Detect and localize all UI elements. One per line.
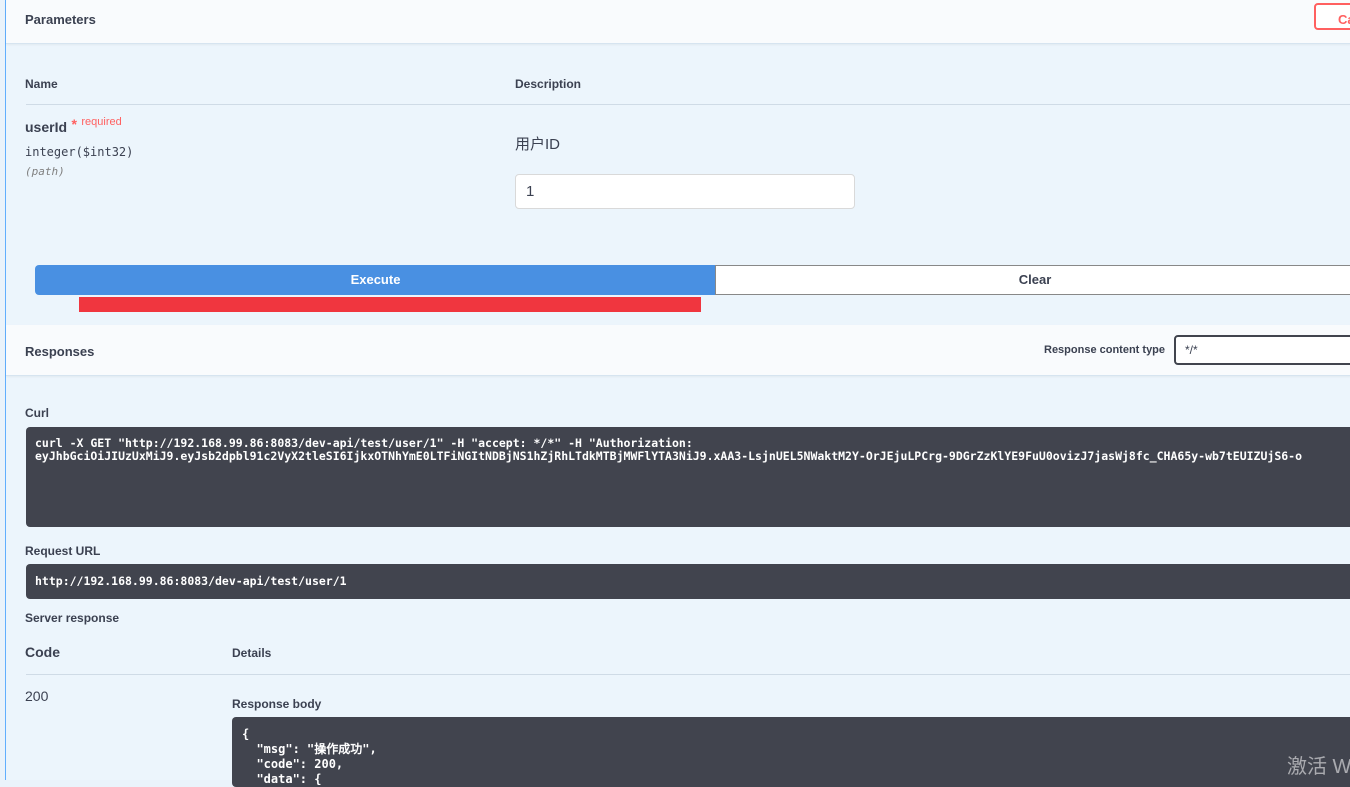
param-type: integer($int32): [25, 145, 134, 159]
required-star: *: [71, 116, 77, 132]
execute-button[interactable]: Execute: [35, 265, 716, 295]
column-name-header: Name: [25, 77, 58, 91]
request-url-label: Request URL: [25, 544, 101, 558]
parameters-title: Parameters: [25, 12, 96, 27]
responses-title: Responses: [25, 344, 95, 359]
curl-command: curl -X GET "http://192.168.99.86:8083/d…: [26, 427, 1350, 527]
code-column-header: Code: [25, 644, 60, 660]
divider: [26, 674, 1350, 675]
response-code: 200: [25, 688, 49, 704]
highlight-bar: [79, 297, 701, 312]
required-label: required: [81, 116, 122, 128]
param-location: (path): [25, 165, 65, 178]
cancel-button[interactable]: Ca: [1314, 3, 1350, 30]
curl-label: Curl: [25, 406, 49, 420]
activation-watermark: 激活 W: [1287, 756, 1350, 778]
content-type-label: Response content type: [1044, 344, 1166, 356]
request-url: http://192.168.99.86:8083/dev-api/test/u…: [26, 564, 1350, 599]
details-column-header: Details: [232, 646, 272, 660]
divider: [26, 104, 1350, 105]
column-description-header: Description: [515, 77, 582, 91]
param-name: userId: [25, 119, 68, 135]
responses-header: Responses Response content type */*: [6, 325, 1350, 376]
response-body: { "msg": "操作成功", "code": 200, "data": {: [232, 717, 1350, 787]
server-response-label: Server response: [25, 611, 120, 625]
param-name-cell: userId * required: [25, 116, 122, 137]
parameters-header: Parameters Ca: [6, 0, 1350, 44]
operation-panel: Parameters Ca Name Description userId * …: [5, 0, 1350, 787]
clear-button[interactable]: Clear: [715, 265, 1350, 295]
userid-input[interactable]: 1: [515, 174, 855, 209]
response-body-label: Response body: [232, 697, 322, 711]
param-description: 用户ID: [515, 136, 561, 153]
content-type-select[interactable]: */*: [1174, 335, 1350, 365]
